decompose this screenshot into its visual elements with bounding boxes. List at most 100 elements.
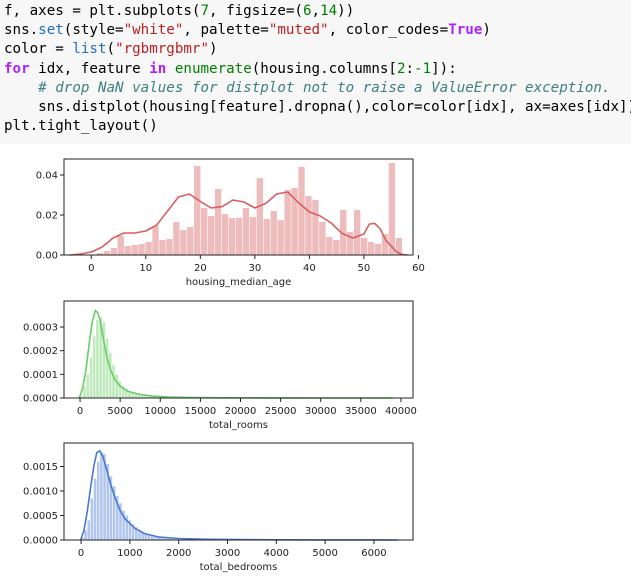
- y-tick-label: 0.0000: [23, 394, 58, 405]
- code-token: "rgbmrgbmr": [115, 41, 210, 58]
- histogram-bar: [100, 451, 103, 540]
- histogram-bar: [89, 357, 93, 398]
- code-token: (housing.columns[: [251, 60, 397, 77]
- histogram-bar: [145, 242, 152, 255]
- chart-housing_median_age: 0 10 20 30 40 50 60 0.00 0.02 0.04 housing_median_…: [36, 158, 425, 288]
- histogram-bar: [117, 236, 124, 255]
- histogram-bar: [110, 248, 117, 255]
- code-line: for idx, feature in enumerate(housing.co…: [4, 60, 631, 79]
- code-token: 14: [320, 3, 338, 19]
- code-token: ): [482, 22, 491, 39]
- chart-total_rooms: 0 5000 10000 15000 20000 25000 30000 35000 40000…: [23, 300, 417, 431]
- y-tick-label: 0.04: [36, 171, 58, 182]
- histogram-bar: [180, 230, 187, 255]
- x-tick-label: 0: [88, 263, 94, 274]
- code-token: (style=: [63, 22, 124, 39]
- histogram-bar: [166, 239, 173, 255]
- code-token: "white": [123, 22, 184, 39]
- x-tick-label: 40: [303, 263, 316, 274]
- code-token: sns.: [4, 22, 39, 39]
- histogram-bar: [92, 336, 96, 398]
- code-token: 2: [396, 60, 406, 77]
- x-tick-label: 5000: [107, 406, 132, 417]
- y-tick-label: 0.02: [36, 211, 58, 222]
- histogram-bar: [96, 319, 99, 398]
- x-axis-label: total_rooms: [209, 420, 268, 431]
- x-tick-label: 10000: [144, 406, 176, 417]
- histogram-bar: [147, 535, 151, 540]
- y-tick-label: 0.00: [36, 251, 58, 262]
- kde-line: [79, 449, 399, 541]
- histogram-bar: [360, 238, 368, 255]
- histogram-bar: [353, 210, 361, 255]
- x-axis-label: total_bedrooms: [200, 562, 278, 573]
- y-tick-label: 0.0001: [23, 370, 58, 381]
- x-tick-label: 2000: [166, 548, 191, 559]
- code-token: list: [72, 41, 107, 58]
- histogram-bar: [214, 189, 222, 255]
- x-tick-label: 35000: [345, 406, 377, 417]
- code-line: plt.tight_layout(): [4, 117, 631, 136]
- code-token: , color_codes=: [328, 22, 449, 39]
- histogram-bar: [83, 386, 86, 398]
- histogram-bar: [159, 240, 166, 255]
- code-token: enumerate: [174, 60, 252, 77]
- histogram-bar: [333, 240, 340, 255]
- x-tick-label: 1000: [117, 548, 142, 559]
- code-token: (: [106, 41, 116, 58]
- code-token: , figsize=(: [209, 3, 303, 19]
- code-line: sns.distplot(housing[feature].dropna(),c…: [4, 98, 631, 117]
- x-tick-label: 5000: [312, 548, 337, 559]
- code-token: ,: [311, 3, 321, 19]
- code-token: f, axes = plt.subplots(: [4, 3, 201, 19]
- y-tick-label: 0.0002: [23, 346, 58, 357]
- histogram-bar: [86, 374, 90, 398]
- x-axis-label: housing_median_age: [186, 277, 292, 288]
- histogram-bar: [312, 200, 319, 255]
- histogram-bar: [103, 251, 111, 255]
- code-token: plt.tight_layout(): [4, 118, 158, 135]
- x-tick-label: 50: [358, 263, 371, 274]
- code-token: set: [38, 22, 64, 39]
- histogram-bar: [367, 242, 375, 255]
- x-tick-label: 30: [248, 263, 261, 274]
- code-token: )): [337, 3, 355, 19]
- histogram-bar: [105, 338, 109, 398]
- histogram-bar: [284, 190, 291, 255]
- code-token: "muted": [268, 22, 329, 39]
- code-editor[interactable]: f, axes = plt.subplots(7, figsize=(6,14)…: [0, 0, 631, 136]
- histogram-bar: [228, 218, 236, 255]
- histogram-bar: [150, 536, 154, 540]
- histogram-bar: [298, 167, 305, 255]
- histogram-bar: [96, 461, 100, 540]
- histogram-bar: [374, 244, 382, 255]
- histogram-bar: [263, 219, 270, 255]
- code-token: -1: [414, 60, 432, 77]
- x-tick-label: 4000: [264, 548, 289, 559]
- code-line: f, axes = plt.subplots(7, figsize=(6,14)…: [4, 2, 631, 21]
- y-tick-label: 0.0000: [23, 536, 58, 547]
- histogram-bar: [90, 498, 94, 540]
- histogram-bar: [108, 353, 112, 398]
- histogram-bar: [270, 211, 277, 255]
- code-token: in: [149, 60, 167, 77]
- histogram-bar: [221, 214, 229, 255]
- histogram-bar: [326, 237, 333, 255]
- histogram-bar: [388, 163, 396, 255]
- code-cell[interactable]: f, axes = plt.subplots(7, figsize=(6,14)…: [0, 0, 631, 144]
- x-tick-label: 10: [139, 263, 152, 274]
- histogram-bar: [87, 520, 91, 540]
- kde-line: [78, 309, 393, 399]
- code-line: # drop NaN values for distplot not to ra…: [4, 79, 631, 98]
- y-tick-label: 0.0003: [23, 323, 58, 334]
- histogram-bar: [131, 245, 138, 255]
- code-token: 6: [302, 3, 312, 19]
- x-tick-label: 0: [78, 548, 84, 559]
- histogram-bar: [305, 196, 312, 255]
- y-tick-label: 0.0010: [23, 487, 58, 498]
- histogram-bar: [242, 208, 250, 255]
- code-token: idx, feature: [29, 60, 150, 77]
- x-tick-label: 6000: [361, 548, 386, 559]
